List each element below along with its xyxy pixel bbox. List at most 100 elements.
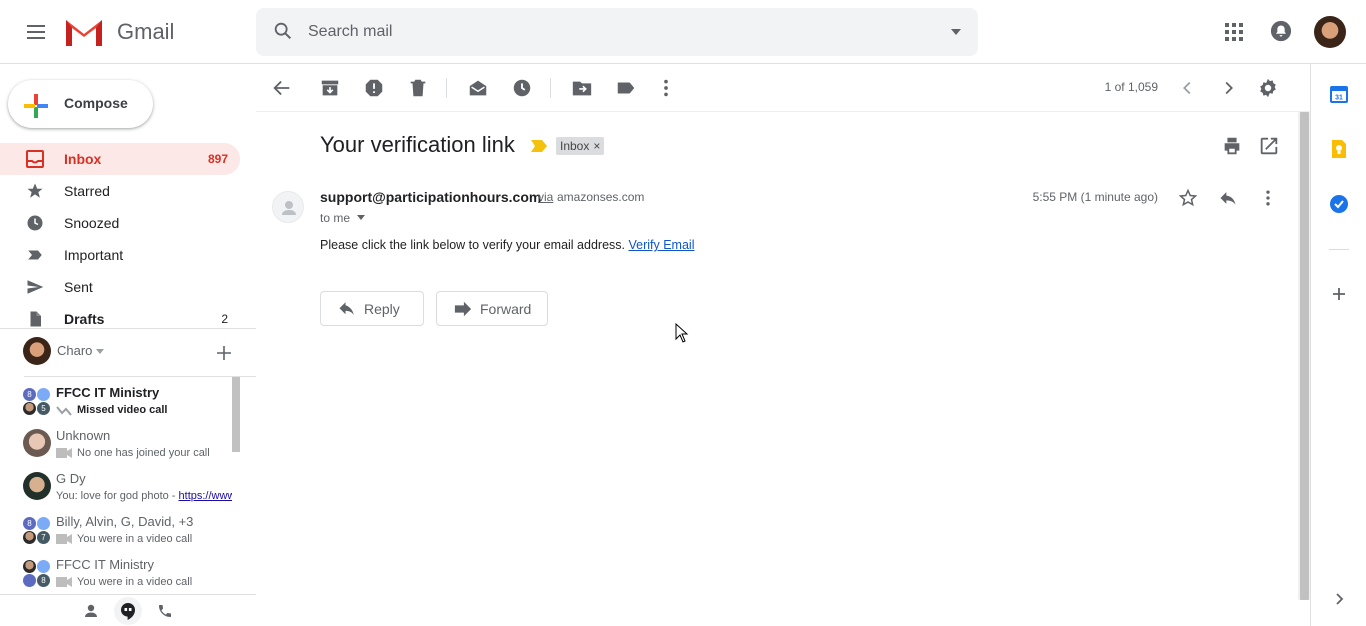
toolbar-divider	[256, 111, 1310, 112]
video-camera-icon	[56, 534, 72, 544]
delete-trash-icon[interactable]	[407, 77, 429, 99]
contacts-person-icon[interactable]	[83, 603, 99, 619]
verify-email-link[interactable]: Verify Email	[628, 238, 694, 252]
tasks-check-icon[interactable]	[1329, 194, 1349, 214]
keep-bulb-icon[interactable]	[1329, 139, 1349, 159]
hangout-conversation[interactable]: 8 FFCC IT Ministry You were in a video c…	[0, 552, 240, 595]
message-more-kebab-icon[interactable]	[1258, 188, 1278, 208]
nav-item-starred[interactable]: Starred	[0, 175, 240, 207]
search-icon[interactable]	[272, 20, 294, 42]
hangout-conversation[interactable]: 8 5 FFCC IT Ministry Missed video call	[0, 380, 240, 423]
via-domain: amazonses.com	[557, 190, 645, 204]
reply-arrow-icon[interactable]	[1218, 188, 1238, 208]
reply-button[interactable]: Reply	[320, 291, 424, 326]
compose-button[interactable]: Compose	[8, 80, 153, 128]
nav-label: Drafts	[64, 311, 105, 327]
archive-icon[interactable]	[319, 77, 341, 99]
search-input[interactable]	[308, 20, 908, 44]
clock-icon	[26, 214, 44, 232]
conversation-name: FFCC IT Ministry	[56, 557, 154, 572]
conversation-name: FFCC IT Ministry	[56, 385, 160, 400]
important-icon	[26, 246, 44, 264]
hangouts-divider	[0, 328, 256, 329]
side-panel: 31	[1310, 64, 1366, 626]
recipient-details[interactable]: to me	[320, 211, 350, 225]
settings-gear-icon[interactable]	[1257, 77, 1279, 99]
main-menu-icon[interactable]	[24, 20, 48, 44]
account-avatar[interactable]	[1314, 16, 1346, 48]
search-bar	[256, 8, 978, 56]
mouse-cursor-icon	[675, 323, 689, 343]
snooze-clock-icon[interactable]	[511, 77, 533, 99]
inbox-icon	[26, 150, 44, 168]
newer-chevron-left-icon[interactable]	[1177, 77, 1199, 99]
more-actions-kebab-icon[interactable]	[655, 77, 677, 99]
nav-item-snoozed[interactable]: Snoozed	[0, 207, 240, 239]
search-options-caret-icon[interactable]	[950, 26, 962, 38]
compose-label: Compose	[64, 95, 128, 111]
participant-count-badge: 8	[23, 517, 36, 530]
nav-label: Inbox	[64, 151, 102, 167]
hangouts-status-caret-icon[interactable]	[96, 349, 104, 355]
apps-grid-icon[interactable]	[1222, 20, 1246, 44]
message-scrollbar-thumb[interactable]	[1300, 112, 1309, 600]
hangouts-avatar[interactable]	[23, 337, 51, 365]
participant-count-badge: 8	[23, 388, 36, 401]
message-timestamp: 5:55 PM (1 minute ago)	[1032, 190, 1158, 204]
message-subject: Your verification link	[320, 132, 515, 157]
hangouts-footer	[0, 594, 256, 626]
print-icon[interactable]	[1221, 135, 1243, 157]
calendar-icon[interactable]: 31	[1329, 84, 1349, 104]
forward-label: Forward	[480, 301, 532, 317]
message-body: Please click the link below to verify yo…	[320, 238, 694, 252]
move-to-folder-icon[interactable]	[571, 77, 593, 99]
nav-label: Snoozed	[64, 215, 120, 231]
notifications-bell-icon[interactable]	[1270, 20, 1292, 42]
report-spam-icon[interactable]	[363, 77, 385, 99]
sender-email[interactable]: support@participationhours.com	[320, 189, 541, 205]
nav-label: Starred	[64, 183, 110, 199]
show-details-caret-icon[interactable]	[357, 215, 365, 221]
nav-item-sent[interactable]: Sent	[0, 271, 240, 303]
snippet-link[interactable]: https://www	[179, 490, 232, 502]
group-avatar: 8	[23, 560, 51, 588]
top-bar: Gmail	[0, 0, 1366, 64]
conversation-snippet: You: love for god photo - https://www	[56, 490, 232, 502]
nav-item-important[interactable]: Important	[0, 239, 240, 271]
group-avatar: 8 7	[23, 517, 51, 545]
conversation-name: Billy, Alvin, G, David, +3	[56, 514, 194, 529]
expand-panel-chevron-icon[interactable]	[1329, 589, 1349, 609]
contact-avatar	[23, 472, 51, 500]
remove-label-button[interactable]: ×	[593, 139, 600, 153]
sender-avatar[interactable]	[272, 191, 304, 223]
back-arrow-icon[interactable]	[271, 77, 293, 99]
older-chevron-right-icon[interactable]	[1217, 77, 1239, 99]
important-marker-icon[interactable]	[531, 140, 547, 152]
app-title[interactable]: Gmail	[117, 19, 174, 45]
conversation-snippet: No one has joined your call	[77, 447, 210, 459]
label-tag-icon[interactable]	[615, 77, 637, 99]
pagination-count: 1 of 1,059	[1104, 80, 1158, 94]
group-avatar: 8 5	[23, 388, 51, 416]
nav-item-inbox[interactable]: Inbox 897	[0, 143, 240, 175]
add-addon-plus-icon[interactable]	[1329, 284, 1349, 304]
video-camera-icon	[56, 448, 72, 458]
via-link[interactable]: via	[538, 190, 553, 204]
hangouts-chat-icon[interactable]	[114, 597, 142, 625]
hangout-conversation[interactable]: G Dy You: love for god photo - https://w…	[0, 466, 240, 509]
forward-button[interactable]: Forward	[436, 291, 548, 326]
phone-icon[interactable]	[157, 603, 173, 619]
participant-count-badge: 5	[37, 402, 50, 415]
hangout-conversation[interactable]: Unknown No one has joined your call	[0, 423, 240, 466]
star-outline-icon[interactable]	[1178, 188, 1198, 208]
mark-unread-icon[interactable]	[467, 77, 489, 99]
nav-item-drafts[interactable]: Drafts 2	[0, 303, 240, 335]
hangout-conversation[interactable]: 8 7 Billy, Alvin, G, David, +3 You were …	[0, 509, 240, 552]
missed-call-icon	[56, 405, 72, 417]
toolbar-separator	[446, 78, 447, 98]
open-in-new-window-icon[interactable]	[1258, 135, 1280, 157]
hangouts-user-name[interactable]: Charo	[57, 343, 92, 358]
gmail-logo-icon[interactable]	[64, 16, 104, 48]
new-conversation-plus-icon[interactable]	[216, 345, 232, 361]
conversation-name: G Dy	[56, 471, 86, 486]
